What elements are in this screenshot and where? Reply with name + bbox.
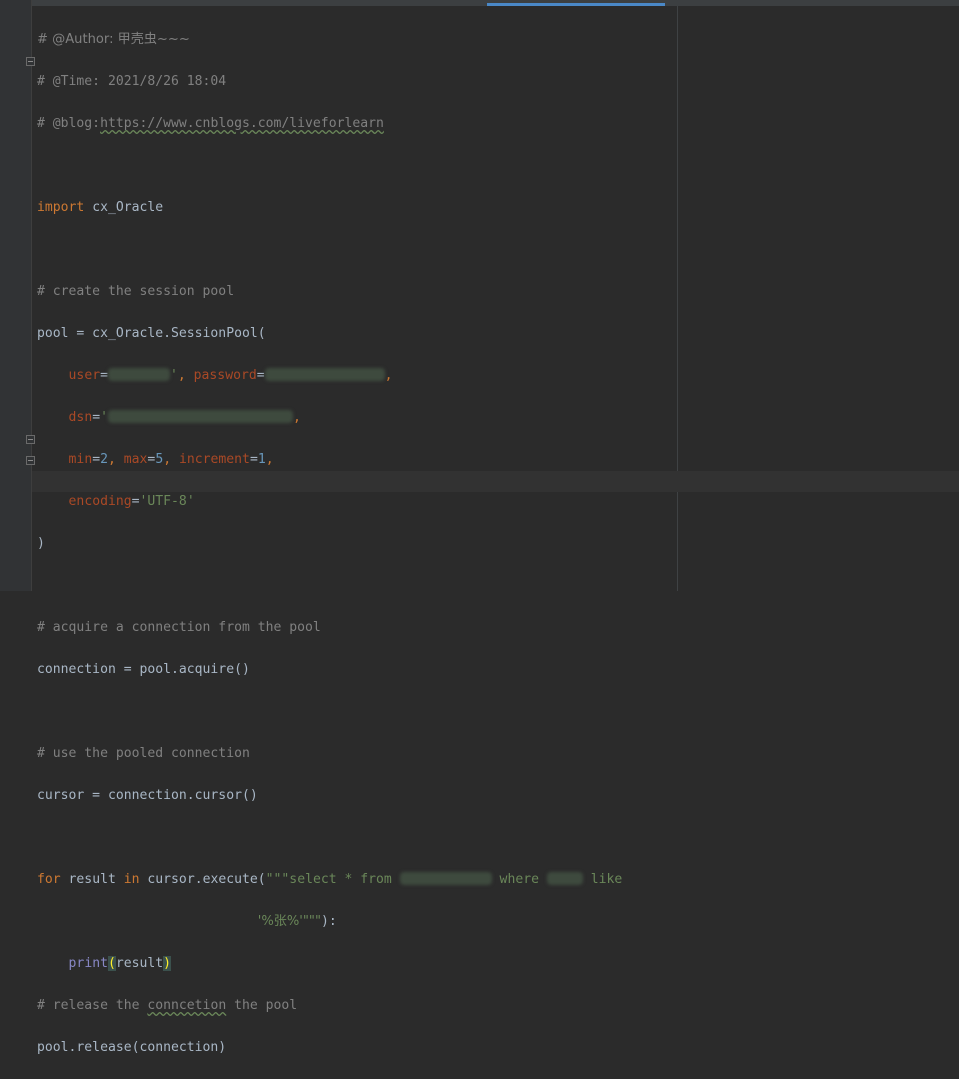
code-line-blog: # @blog:https://www.cnblogs.com/liveforl… [37,116,384,131]
fold-marker-icon[interactable] [26,435,35,444]
code-line-print: print(result) [68,956,172,971]
code-line-release: pool.release(connection) [37,1040,227,1055]
code-line-sql-cont: '%张%'"""): [257,914,337,929]
right-margin-guide [677,6,678,591]
code-line-connection: connection = pool.acquire() [37,662,250,677]
redacted-password [264,368,385,381]
code-line-comment-use: # use the pooled connection [37,746,250,761]
code-line-author: # @Author: 甲壳虫~~~ [37,32,190,47]
code-editor[interactable]: # @Author: 甲壳虫~~~ # @Time: 2021/8/26 18:… [37,8,622,1079]
redacted-table [399,872,492,885]
active-tab-indicator [487,3,665,6]
redacted-user [107,368,170,381]
blog-link[interactable]: https://www.cnblogs.com/liveforlearn [100,116,384,131]
fold-marker-icon[interactable] [26,57,35,66]
code-line-comment-acquire: # acquire a connection from the pool [37,620,321,635]
line-gutter[interactable] [0,0,32,591]
redacted-column [546,872,583,885]
typo-warning: conncetion [147,998,227,1013]
code-line-user-password: user= ', password=, [68,368,393,383]
code-line-dsn: dsn=', [68,410,301,425]
code-line-time: # @Time: 2021/8/26 18:04 [37,74,227,89]
code-line-min-max: min=2, max=5, increment=1, [68,452,274,467]
code-line-import: import cx_Oracle [37,200,164,215]
fold-marker-icon[interactable] [26,456,35,465]
code-line-pool: pool = cx_Oracle.SessionPool( [37,326,266,341]
code-line-close-paren: ) [37,536,45,551]
code-line-comment-create: # create the session pool [37,284,235,299]
redacted-dsn [107,410,293,423]
code-line-for: for result in cursor.execute("""select *… [37,872,623,887]
code-line-comment-release: # release the conncetion the pool [37,998,298,1013]
code-line-encoding: encoding='UTF-8' [68,494,195,509]
code-line-cursor: cursor = connection.cursor() [37,788,258,803]
editor-tab-strip[interactable] [0,0,959,6]
